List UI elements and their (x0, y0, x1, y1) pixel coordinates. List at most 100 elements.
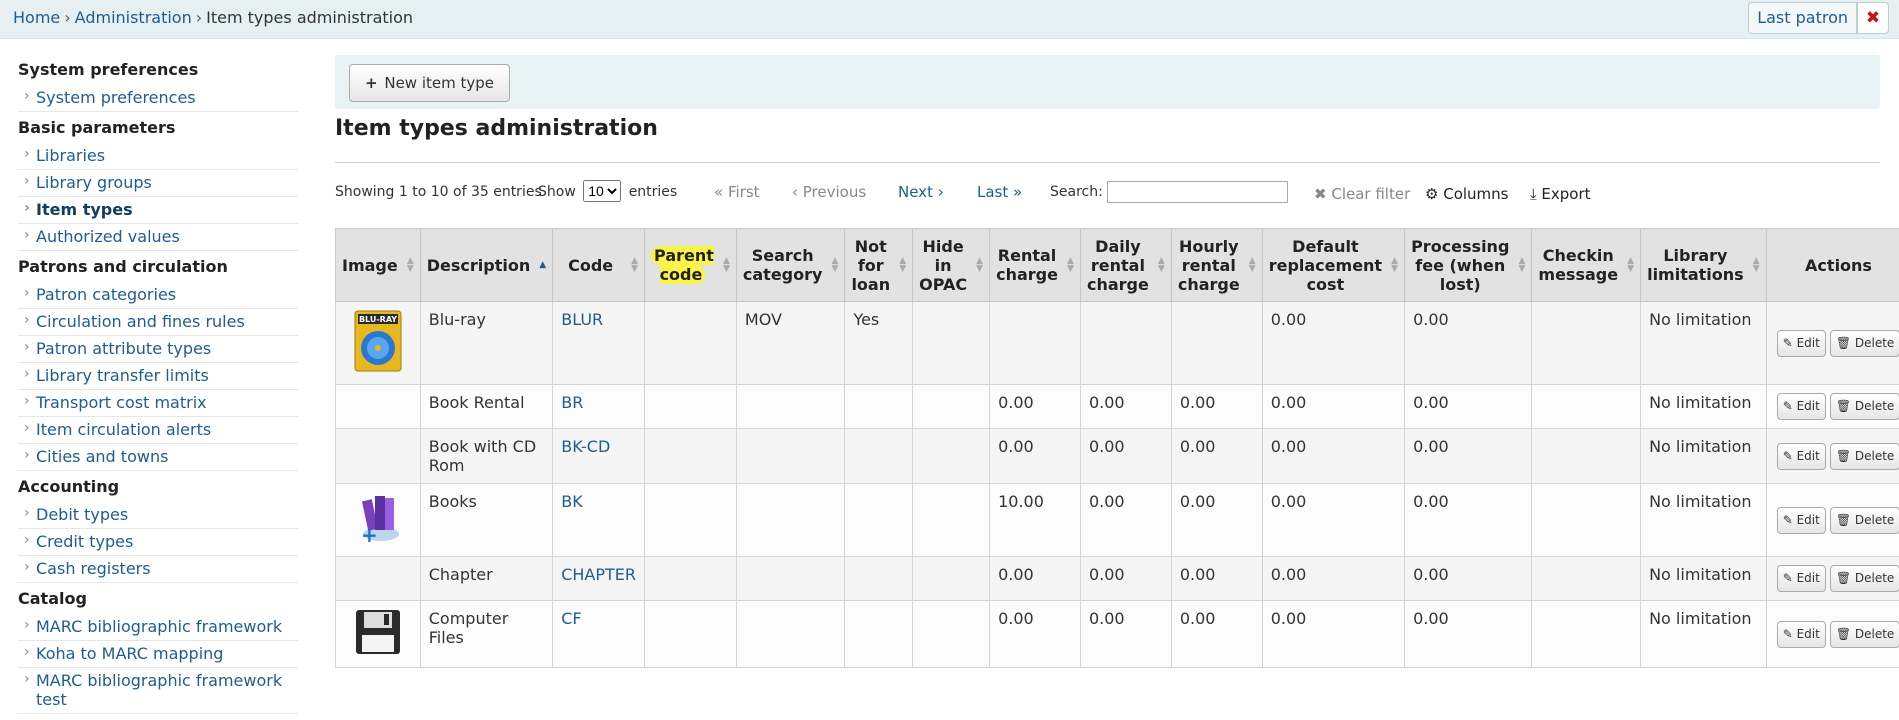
sidebar-item-authorized-values[interactable]: Authorized values (18, 224, 298, 251)
columns-button[interactable]: ⚙ Columns (1425, 185, 1509, 203)
last-page-link[interactable]: Last » (977, 183, 1022, 201)
item-type-code-link[interactable]: CF (561, 609, 581, 628)
delete-button[interactable]: 🗑 Delete (1830, 443, 1899, 470)
sidebar-item-libraries[interactable]: Libraries (18, 143, 298, 170)
last-patron-button[interactable]: Last patron (1748, 2, 1857, 34)
column-header-code[interactable]: Code▲▼ (553, 229, 645, 302)
column-header-description[interactable]: Description▲ (420, 229, 552, 302)
sort-icon: ▲▼ (976, 257, 983, 273)
sidebar-item-cash-registers[interactable]: Cash registers (18, 556, 298, 583)
delete-button[interactable]: 🗑 Delete (1830, 330, 1899, 357)
replacement-cost-cell: 0.00 (1262, 601, 1404, 668)
item-type-code-link[interactable]: BR (561, 393, 583, 412)
column-header-daily-rental-charge[interactable]: Daily rental charge▲▼ (1080, 229, 1171, 302)
admin-sidebar: System preferencesSystem preferencesBasi… (18, 60, 298, 720)
sidebar-item-patron-attribute-types[interactable]: Patron attribute types (18, 336, 298, 363)
sidebar-item-marc-bibliographic-framework-test[interactable]: MARC bibliographic framework test (18, 668, 298, 714)
column-label-highlighted: Parent code (651, 246, 714, 284)
hourly-rental-charge-cell: 0.00 (1171, 385, 1262, 429)
search-input[interactable] (1107, 181, 1288, 203)
column-header-hide-in-opac[interactable]: Hide in OPAC▲▼ (913, 229, 990, 302)
column-header-default-replacement-cost[interactable]: Default replacement cost▲▼ (1262, 229, 1404, 302)
sidebar-item-item-types[interactable]: Item types (18, 197, 298, 224)
search-category-cell (736, 429, 845, 484)
sidebar-item-circulation-and-fines-rules[interactable]: Circulation and fines rules (18, 309, 298, 336)
delete-button[interactable]: 🗑 Delete (1830, 621, 1899, 648)
breadcrumb-separator: › (196, 8, 202, 27)
hourly-rental-charge-cell (1171, 302, 1262, 385)
item-type-code-link[interactable]: BK (561, 492, 582, 511)
toolbar: + New item type (335, 55, 1880, 109)
description-cell: Computer Files (420, 601, 552, 668)
entries-per-page-select[interactable]: 10 (583, 180, 621, 202)
library-limitations-cell: No limitation (1641, 302, 1767, 385)
breadcrumb-administration[interactable]: Administration (75, 8, 192, 27)
next-page-link[interactable]: Next › (898, 183, 944, 201)
edit-button[interactable]: ✎ Edit (1777, 507, 1826, 534)
edit-button[interactable]: ✎ Edit (1777, 621, 1826, 648)
image-cell (336, 385, 421, 429)
replacement-cost-cell: 0.00 (1262, 429, 1404, 484)
sidebar-item-item-circulation-alerts[interactable]: Item circulation alerts (18, 417, 298, 444)
hide-in-opac-cell (913, 429, 990, 484)
actions-cell: ✎ Edit🗑 Delete (1766, 557, 1899, 601)
column-header-image[interactable]: Image▲▼ (336, 229, 421, 302)
processing-fee-cell: 0.00 (1405, 429, 1532, 484)
checkin-message-cell (1532, 302, 1641, 385)
sort-icon: ▲▼ (1067, 257, 1074, 273)
column-header-checkin-message[interactable]: Checkin message▲▼ (1532, 229, 1641, 302)
item-type-code-link[interactable]: BK-CD (561, 437, 610, 456)
column-header-search-category[interactable]: Search category▲▼ (736, 229, 845, 302)
item-type-code-link[interactable]: CHAPTER (561, 565, 636, 584)
bluray-icon: BLU-RAY (354, 357, 402, 376)
edit-button[interactable]: ✎ Edit (1777, 443, 1826, 470)
sidebar-item-cities-and-towns[interactable]: Cities and towns (18, 444, 298, 471)
sort-icon: ▲▼ (723, 257, 730, 273)
show-label: Show (538, 184, 576, 200)
sort-icon: ▲▼ (1518, 257, 1525, 273)
export-button[interactable]: ⤓ Export (1530, 185, 1591, 203)
replacement-cost-cell: 0.00 (1262, 302, 1404, 385)
delete-button[interactable]: 🗑 Delete (1830, 565, 1899, 592)
new-item-type-button[interactable]: + New item type (349, 64, 510, 102)
actions-cell: ✎ Edit🗑 Delete (1766, 302, 1899, 385)
column-header-not-for-loan[interactable]: Not for loan▲▼ (845, 229, 913, 302)
close-icon[interactable]: ✖ (1857, 2, 1889, 34)
edit-button[interactable]: ✎ Edit (1777, 565, 1826, 592)
delete-button[interactable]: 🗑 Delete (1830, 507, 1899, 534)
column-header-rental-charge[interactable]: Rental charge▲▼ (990, 229, 1081, 302)
previous-page-link[interactable]: ‹ Previous (792, 183, 866, 201)
sidebar-item-credit-types[interactable]: Credit types (18, 529, 298, 556)
edit-button[interactable]: ✎ Edit (1777, 330, 1826, 357)
first-page-link[interactable]: « First (714, 183, 760, 201)
delete-button[interactable]: 🗑 Delete (1830, 393, 1899, 420)
checkin-message-cell (1532, 557, 1641, 601)
column-header-parent-code[interactable]: Parent code ▲▼ (645, 229, 737, 302)
breadcrumb-home[interactable]: Home (13, 8, 60, 27)
column-header-library-limitations[interactable]: Library limitations▲▼ (1641, 229, 1767, 302)
column-header-processing-fee[interactable]: Processing fee (when lost)▲▼ (1405, 229, 1532, 302)
sidebar-item-marc-bibliographic-framework[interactable]: MARC bibliographic framework (18, 614, 298, 641)
delete-label: Delete (1855, 627, 1894, 641)
column-label: Default replacement cost (1269, 237, 1382, 294)
sidebar-item-library-transfer-limits[interactable]: Library transfer limits (18, 363, 298, 390)
sidebar-item-transport-cost-matrix[interactable]: Transport cost matrix (18, 390, 298, 417)
sidebar-item-patron-categories[interactable]: Patron categories (18, 282, 298, 309)
search-category-cell (736, 557, 845, 601)
library-limitations-cell: No limitation (1641, 385, 1767, 429)
column-header-hourly-rental-charge[interactable]: Hourly rental charge▲▼ (1171, 229, 1262, 302)
trash-icon: 🗑 (1836, 449, 1851, 463)
trash-icon: 🗑 (1836, 513, 1851, 527)
edit-label: Edit (1797, 513, 1820, 527)
table-body: BLU-RAYBlu-rayBLURMOVYes0.000.00No limit… (336, 302, 1899, 668)
edit-button[interactable]: ✎ Edit (1777, 393, 1826, 420)
hide-in-opac-cell (913, 557, 990, 601)
sidebar-item-system-preferences[interactable]: System preferences (18, 85, 298, 112)
item-type-code-link[interactable]: BLUR (561, 310, 603, 329)
download-icon: ⤓ (1530, 185, 1537, 203)
sidebar-item-library-groups[interactable]: Library groups (18, 170, 298, 197)
sidebar-item-debit-types[interactable]: Debit types (18, 502, 298, 529)
sidebar-item-koha-to-marc-mapping[interactable]: Koha to MARC mapping (18, 641, 298, 668)
clear-filter-button[interactable]: ✖ Clear filter (1314, 185, 1410, 203)
sidebar-section: Basic parametersLibrariesLibrary groupsI… (18, 118, 298, 251)
